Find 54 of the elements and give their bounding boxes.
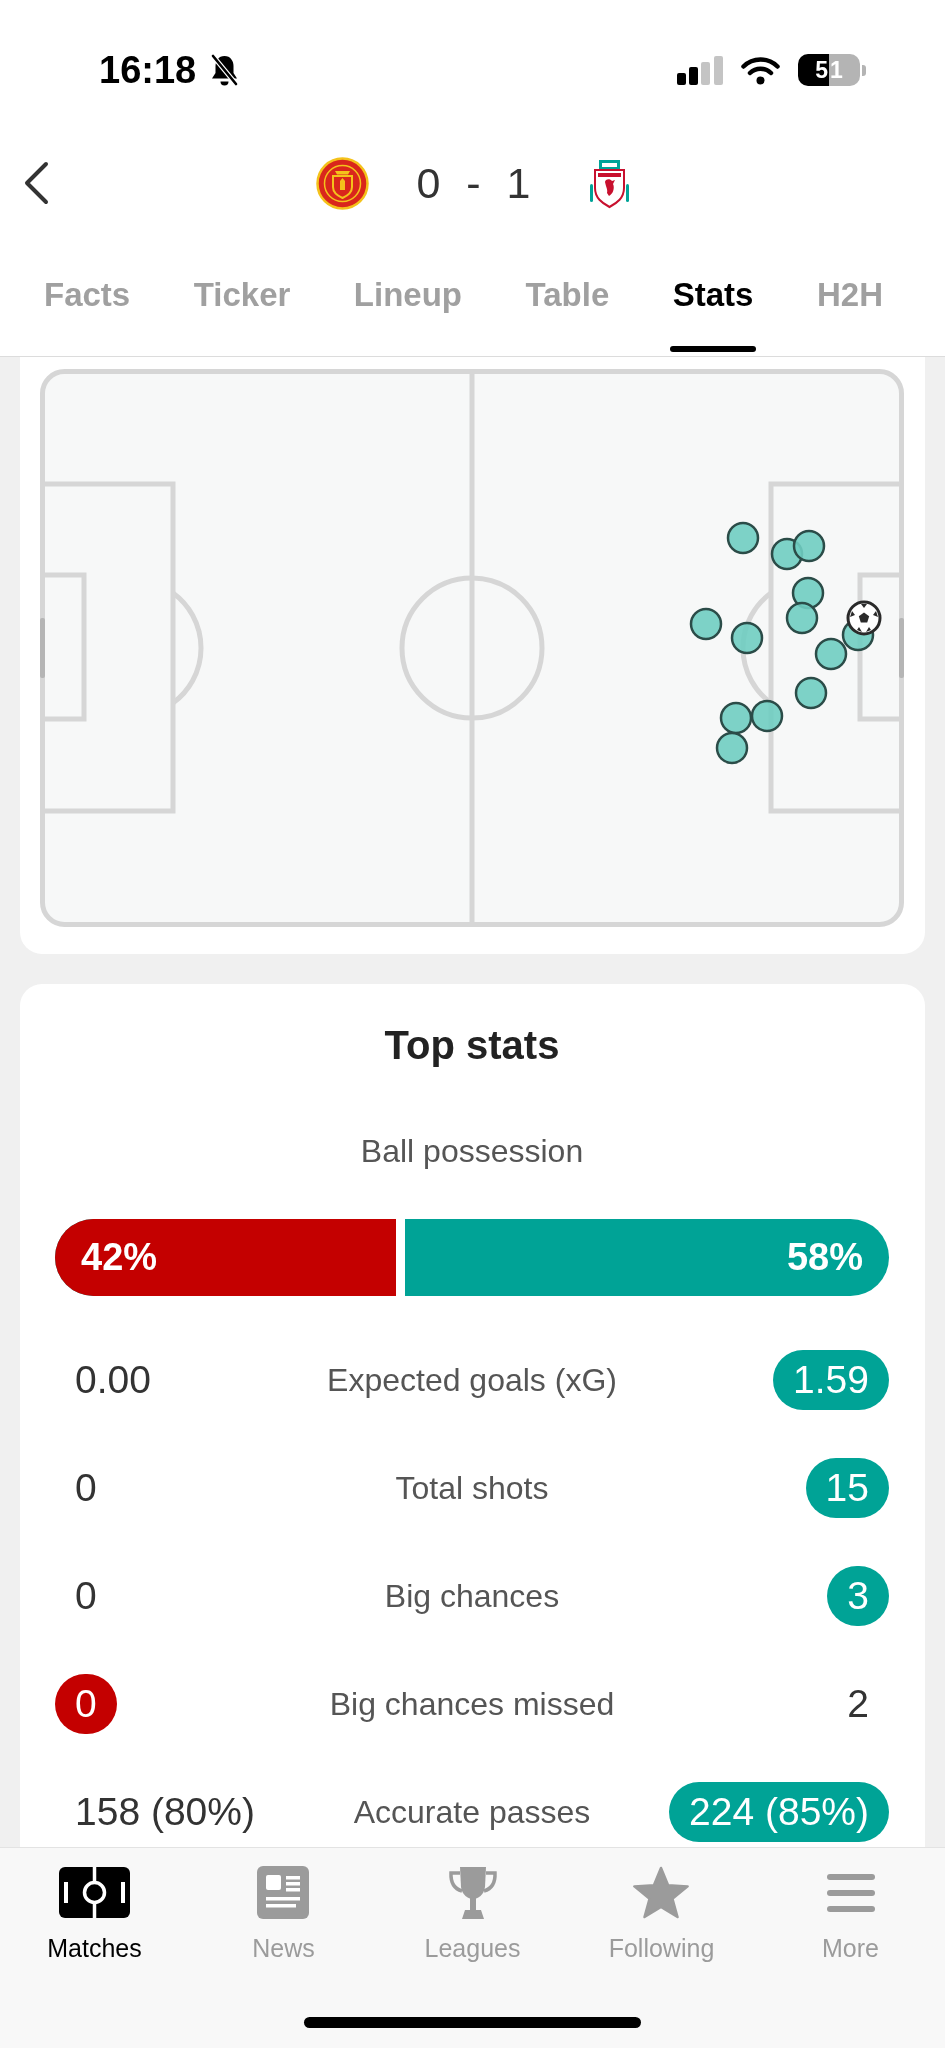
stat-value: 0 — [55, 1674, 117, 1734]
tab[interactable]: Ticker — [193, 275, 291, 352]
match-score: 0 - 1 — [416, 158, 531, 208]
stat-value: 2 — [846, 1681, 870, 1727]
signal-icon — [677, 55, 723, 85]
back-button[interactable] — [23, 161, 49, 205]
menu-icon — [826, 1873, 875, 1912]
shot-marker — [730, 621, 764, 655]
shot-marker — [715, 731, 749, 765]
stat-label: Expected goals (xG) — [327, 1361, 617, 1399]
stat-value: 15 — [805, 1458, 889, 1518]
shot-marker — [689, 607, 723, 641]
stat-value: 1.59 — [773, 1350, 889, 1410]
stat-value: 0 — [74, 1465, 98, 1511]
tab[interactable]: Facts — [44, 275, 131, 352]
stat-label: Accurate passes — [353, 1793, 591, 1831]
possession-value: 58% — [786, 1236, 864, 1279]
nav-tab[interactable]: Matches — [47, 1865, 142, 1963]
shot-marker — [785, 601, 819, 635]
section-title: Top stats — [384, 1022, 560, 1068]
stat-label: Ball possession — [360, 1133, 584, 1169]
chevron-left-icon — [23, 161, 49, 205]
shot-marker — [726, 521, 760, 555]
star-icon — [633, 1866, 690, 1919]
trophy-icon — [446, 1865, 499, 1920]
club-crest-icon — [589, 157, 629, 209]
ball-icon — [846, 600, 882, 636]
stat-label: Total shots — [395, 1469, 549, 1507]
club-crest-icon — [316, 156, 370, 210]
shot-marker — [794, 676, 828, 710]
stat-label: Big chances — [384, 1577, 560, 1615]
shot-marker — [792, 529, 826, 563]
tab[interactable]: Lineup — [353, 275, 462, 352]
stat-value: 3 — [827, 1566, 889, 1626]
nav-tab[interactable]: News — [252, 1865, 315, 1963]
stat-value: 0.00 — [74, 1357, 152, 1403]
tab[interactable]: H2H — [816, 275, 883, 352]
shot-marker — [750, 699, 784, 733]
possession-fill: 42% — [55, 1219, 406, 1296]
nav-tab[interactable]: More — [822, 1865, 879, 1963]
stat-label: Big chances missed — [329, 1685, 615, 1723]
stat-value: 0 — [74, 1573, 98, 1619]
stat-value: 158 (80%) — [74, 1789, 256, 1835]
pitch-icon — [59, 1867, 130, 1918]
shot-marker — [814, 637, 848, 671]
tab[interactable]: Stats — [672, 275, 754, 352]
tab[interactable]: Table — [525, 275, 610, 352]
newspaper-icon — [257, 1866, 310, 1919]
status-time: 16:18 — [99, 48, 197, 92]
wifi-icon — [741, 55, 780, 85]
nav-tab[interactable]: Following — [608, 1865, 715, 1963]
nav-tab[interactable]: Leagues — [424, 1865, 521, 1963]
muted-bell-icon — [209, 53, 241, 87]
stat-value: 224 (85%) — [669, 1782, 889, 1842]
